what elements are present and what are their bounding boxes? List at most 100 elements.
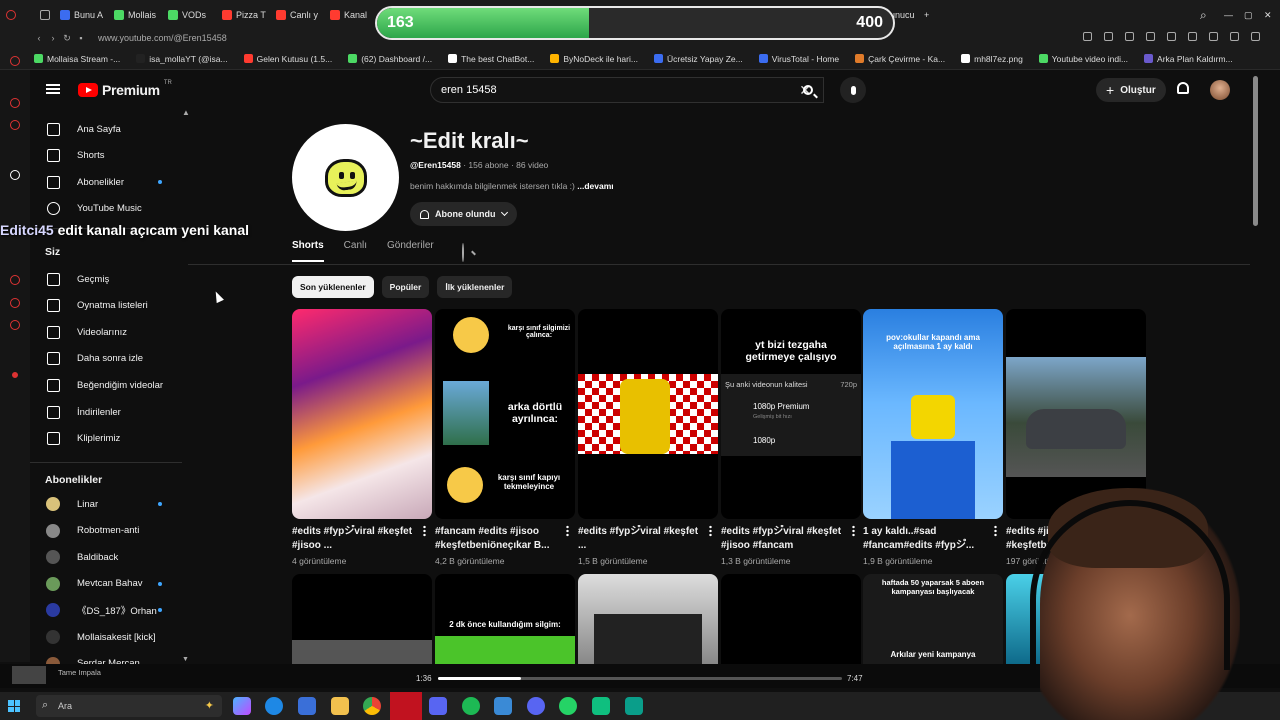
browser-tab[interactable]: Pizza T <box>216 0 270 30</box>
browser-tab[interactable]: Mollais <box>108 0 162 30</box>
settings-icon[interactable] <box>10 320 20 330</box>
snapshot-icon[interactable] <box>1104 32 1113 41</box>
more-options-icon[interactable] <box>709 525 712 537</box>
progress-track[interactable] <box>438 677 842 680</box>
more-options-icon[interactable] <box>852 525 855 537</box>
sidebar-item-clips[interactable]: Kliplerimiz <box>30 426 185 452</box>
sidebar-item-downloads[interactable]: İndirilenler <box>30 399 185 425</box>
reload-icon[interactable]: ↻ <box>60 33 74 44</box>
tab-live[interactable]: Canlı <box>344 240 367 262</box>
bookmark-item[interactable]: ByNoDeck ile hari... <box>550 54 638 64</box>
short-thumbnail-row2[interactable] <box>578 574 718 664</box>
sidebar-scroll-down-icon[interactable]: ▼ <box>182 656 189 663</box>
chrome-icon[interactable] <box>363 697 381 715</box>
sidebar-item-playlists[interactable]: Oynatma listeleri <box>30 293 185 319</box>
tab-posts[interactable]: Gönderiler <box>387 240 434 262</box>
sidebar-item-shorts[interactable]: Shorts <box>30 143 185 169</box>
tab-menu-icon[interactable] <box>34 0 54 30</box>
search-button[interactable] <box>794 77 822 103</box>
bookmark-item[interactable]: (62) Dashboard /... <box>348 54 432 64</box>
tab-shorts[interactable]: Shorts <box>292 240 324 262</box>
heart-icon[interactable] <box>1167 32 1176 41</box>
instagram-icon[interactable] <box>10 98 20 108</box>
scrollbar-thumb[interactable] <box>1253 76 1258 226</box>
sidebar-item-subscription[interactable]: Serdar Mercan <box>30 651 185 665</box>
channel-search-button[interactable] <box>462 243 464 262</box>
short-thumbnail-row2[interactable] <box>721 574 861 664</box>
taskbar-search[interactable]: ⌕ Ara ✦ <box>36 695 222 717</box>
short-title[interactable]: #edits #fypシ゚viral #keşfet ... <box>578 525 702 553</box>
account-avatar[interactable] <box>1210 80 1230 100</box>
maximize-icon[interactable]: ▢ <box>1238 0 1258 30</box>
short-card[interactable]: #edits #fypシ゚viral #keşfet ... 1,5 B gör… <box>578 309 718 566</box>
short-card[interactable]: #edits #fypシ゚viral #keşfet #jisoo ... 4 … <box>292 309 432 566</box>
bookmark-item[interactable]: Çark Çevirme - Ka... <box>855 54 945 64</box>
messenger-app-icon[interactable] <box>527 697 545 715</box>
chip-latest[interactable]: Son yüklenenler <box>292 276 374 298</box>
short-thumbnail[interactable]: karşı sınıf silgimizi çalınca: arka dört… <box>435 309 575 519</box>
music-icon[interactable] <box>10 298 20 308</box>
sidebar-item-subscription[interactable]: Mevtcan Bahav <box>30 571 185 597</box>
discord-icon[interactable] <box>429 697 447 715</box>
short-card[interactable]: pov:okullar kapandı ama açılmasına 1 ay … <box>863 309 1003 566</box>
browser-tab[interactable]: Bunu A <box>54 0 108 30</box>
opera-logo-icon[interactable] <box>0 0 34 30</box>
short-thumbnail[interactable] <box>578 309 718 519</box>
adblock-icon[interactable] <box>1125 32 1134 41</box>
extensions-icon[interactable] <box>1188 32 1197 41</box>
sidebar-item-youtube-music[interactable]: YouTube Music <box>30 196 185 222</box>
sidebar-item-history[interactable]: Geçmiş <box>30 266 185 292</box>
short-thumbnail-row2[interactable]: haftada 50 yaparsak 5 aboen kampanyası b… <box>863 574 1003 664</box>
chip-popular[interactable]: Popüler <box>381 276 430 298</box>
whatsapp-icon[interactable] <box>10 120 20 130</box>
short-title[interactable]: #fancam #edits #jisoo #keşfetbeniöneçıka… <box>435 525 559 553</box>
bookmark-item[interactable]: VirusTotal - Home <box>758 54 839 64</box>
more-options-icon[interactable] <box>566 525 569 537</box>
whatsapp-app-icon[interactable] <box>559 697 577 715</box>
sidebar-item-subscription[interactable]: Linar <box>30 491 185 517</box>
create-button[interactable]: + Oluştur <box>1096 78 1166 102</box>
hamburger-menu-icon[interactable] <box>46 84 60 94</box>
bookmark-item[interactable]: The best ChatBot... <box>448 54 534 64</box>
channel-avatar[interactable] <box>292 124 399 231</box>
bookmark-icon[interactable] <box>1083 32 1092 41</box>
file-explorer-icon[interactable] <box>331 697 349 715</box>
short-thumbnail-row2[interactable] <box>292 574 432 664</box>
more-options-icon[interactable] <box>994 525 997 537</box>
search-box[interactable]: eren 15458 ✕ <box>430 77 824 103</box>
sidebar-item-subscriptions[interactable]: Abonelikler <box>30 169 185 195</box>
new-tab-icon[interactable]: + <box>918 0 938 30</box>
minimize-icon[interactable]: — <box>1218 0 1238 30</box>
url-field[interactable]: www.youtube.com/@Eren15458 <box>98 33 227 43</box>
back-icon[interactable]: ‹ <box>32 33 46 43</box>
forward-icon[interactable]: › <box>46 33 60 43</box>
search-tabs-icon[interactable]: ⌕ <box>1194 0 1218 30</box>
bookmark-item[interactable]: Gelen Kutusu (1.5... <box>243 54 332 64</box>
spotify-icon[interactable] <box>462 697 480 715</box>
menu-icon[interactable] <box>1251 32 1260 41</box>
sidebar-scroll-up-icon[interactable]: ▲ <box>182 108 190 117</box>
search-input[interactable]: eren 15458 <box>441 84 497 96</box>
app-icon[interactable] <box>494 697 512 715</box>
notifications-bell-icon[interactable] <box>1177 82 1189 94</box>
bookmark-item[interactable]: Mollaisa Stream -... <box>34 54 120 64</box>
bookmark-item[interactable]: mh8l7ez.png <box>961 54 1023 64</box>
subscribed-button[interactable]: Abone olundu <box>410 202 517 226</box>
page-scrollbar[interactable] <box>1252 70 1260 664</box>
wallet-icon[interactable] <box>1209 32 1218 41</box>
sidebar-item-subscription[interactable]: Baldiback <box>30 544 185 570</box>
aria-icon[interactable] <box>10 170 20 180</box>
browser-tab[interactable]: Kanal <box>324 0 378 30</box>
short-thumbnail[interactable] <box>292 309 432 519</box>
channel-description[interactable]: benim hakkımda bilgilenmek istersen tıkl… <box>410 181 614 191</box>
short-card[interactable]: karşı sınıf silgimizi çalınca: arka dört… <box>435 309 575 566</box>
voice-search-button[interactable] <box>840 77 866 103</box>
history-icon[interactable] <box>10 275 20 285</box>
streamlabs-icon[interactable] <box>625 697 643 715</box>
sidebar-item-liked-videos[interactable]: Beğendiğim videolar <box>30 372 185 398</box>
copilot-icon[interactable] <box>233 697 251 715</box>
download-icon[interactable] <box>1230 32 1239 41</box>
bookmark-item[interactable]: Ücretsiz Yapay Ze... <box>653 54 743 64</box>
short-title[interactable]: #edits #fypシ゚viral #keşfet #jisoo #fanca… <box>721 525 845 553</box>
bookmark-item[interactable]: Arka Plan Kaldırm... <box>1144 54 1233 64</box>
